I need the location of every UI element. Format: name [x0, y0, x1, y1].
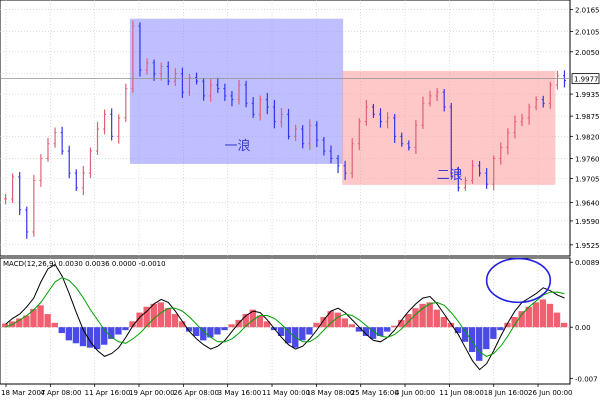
time-tick-label: 3 May 16:00	[218, 389, 262, 397]
histogram-bar	[221, 327, 228, 331]
current-price-label: 1.9977	[574, 76, 599, 84]
histogram-bar	[384, 327, 391, 332]
histogram-bar	[171, 314, 179, 328]
histogram-bar	[553, 312, 561, 328]
histogram-bar	[497, 327, 504, 331]
macd-tick-label: 0.0089	[575, 259, 600, 267]
histogram-bar	[334, 312, 341, 328]
histogram-bar	[348, 324, 356, 328]
histogram-bar	[546, 303, 554, 328]
time-tick-label: 18 May 08:00	[306, 389, 354, 397]
macd-chart: 一浪 二浪 1.9977 2.01652.01052.00501.99351.9…	[0, 0, 600, 397]
histogram-bar	[426, 302, 433, 328]
time-tick-label: 25 May 16:00	[351, 389, 399, 397]
histogram-bar	[122, 327, 129, 331]
time-tick-label: 19 Apr 00:00	[129, 389, 175, 397]
price-tick-label: 1.9705	[575, 176, 600, 184]
histogram-bar	[193, 327, 200, 336]
histogram-bar	[468, 327, 476, 353]
price-tick-label: 1.9760	[575, 155, 600, 163]
time-axis: 18 Mar 20074 Apr 08:00 11 Apr 16:0019 Apr…	[1, 384, 573, 397]
price-tick-label: 1.9590	[575, 218, 600, 226]
macd-tick-label: -0.007	[575, 375, 598, 383]
histogram-bar	[560, 322, 568, 328]
histogram-bar	[412, 308, 419, 328]
price-tick-label: 2.0050	[575, 49, 600, 57]
histogram-bar	[476, 327, 483, 361]
price-tick-label: 2.0165	[575, 7, 600, 15]
price-axis: 2.0165 2.0105 2.0050 1.9935 1.9875 1.9820 1.97…	[570, 7, 600, 250]
histogram-bar	[440, 316, 448, 328]
time-tick-label: 26 Apr 08:00	[173, 389, 219, 397]
histogram-bar	[214, 327, 221, 335]
macd-axis: 0.0089 0.00 -0.007	[570, 259, 600, 383]
chart-window: 一浪 二浪 1.9977 2.0165 2.0105 2.0050 1.9935 1.9…	[0, 0, 600, 400]
histogram-bar	[299, 327, 306, 341]
time-tick-label: 11 Apr 16:00	[85, 389, 131, 397]
histogram-bar	[164, 308, 172, 328]
price-tick-label: 1.9525	[575, 242, 600, 250]
histogram-bar	[65, 327, 73, 341]
price-tick-label: 2.0105	[575, 29, 600, 37]
histogram-bar	[306, 327, 313, 335]
histogram-bar	[341, 318, 348, 328]
histogram-bar	[532, 302, 539, 328]
histogram-bar	[518, 311, 525, 328]
price-tick-label: 1.9640	[575, 200, 600, 208]
macd-title: MACD(12,26,9) 0.0030 0.0036 0.0000 -0.00…	[3, 260, 166, 268]
histogram-bar	[115, 327, 122, 335]
macd-tick-label: 0.00	[575, 324, 591, 332]
histogram-bar	[72, 327, 80, 344]
time-tick-label: 11 Jun 08:00	[439, 389, 483, 397]
histogram-bar	[320, 316, 327, 328]
time-tick-label: 4 Apr 08:00	[40, 389, 81, 397]
histogram-bar	[37, 305, 44, 328]
histogram-bar	[483, 327, 490, 350]
histogram-bar	[58, 327, 65, 334]
time-tick-label: 11 May 00:00	[262, 389, 310, 397]
price-tick-label: 1.9875	[575, 113, 600, 121]
histogram-bar	[44, 314, 51, 328]
histogram-bar	[150, 303, 157, 328]
price-tick-label: 1.9935	[575, 91, 600, 99]
histogram-bar	[433, 309, 440, 328]
time-tick-label: 4 Jun 00:00	[395, 389, 435, 397]
price-tick-label: 1.9820	[575, 133, 600, 141]
histogram-bar	[51, 322, 58, 328]
wave-1-label: 一浪	[225, 139, 251, 154]
time-tick-label: 18 Jun 16:00	[484, 389, 528, 397]
histogram-bar	[490, 327, 497, 339]
time-tick-label: 18 Mar 2007	[1, 389, 45, 397]
histogram-bar	[405, 314, 412, 328]
histogram-bar	[539, 299, 547, 328]
histogram-bar	[228, 324, 235, 328]
time-tick-label: 26 Jun 00:00	[528, 389, 572, 397]
histogram-bar	[93, 327, 101, 350]
